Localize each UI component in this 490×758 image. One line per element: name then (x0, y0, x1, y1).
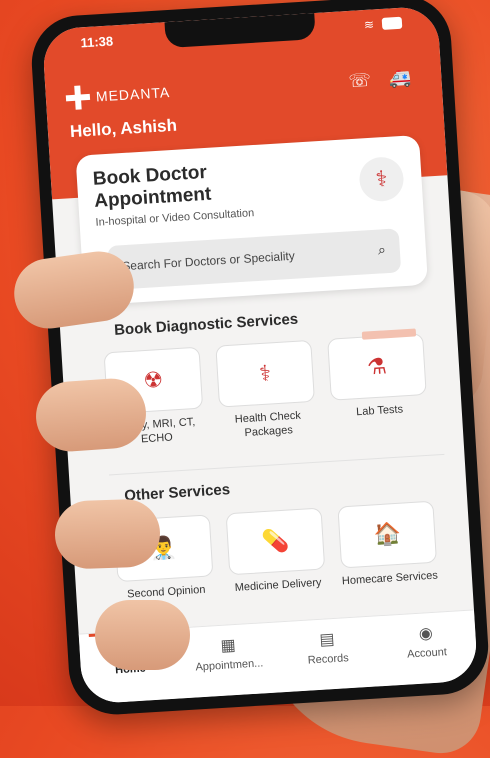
medanta-cross-icon (65, 85, 90, 110)
service-health-check[interactable]: ⚕ Health Check Packages (213, 339, 319, 442)
diagnostics-row: ☢ X-Ray, MRI, CT, ECHO ⚕ Health Check Pa… (102, 328, 443, 448)
doctor-search-input[interactable]: Search For Doctors or Speciality ⌕ (107, 228, 402, 291)
records-icon: ▤ (318, 630, 336, 649)
header-actions: ☏ 🚑 (348, 67, 412, 92)
promo-tag (361, 328, 417, 340)
calendar-icon: ▦ (220, 637, 237, 655)
service-label: Medicine Delivery (234, 576, 322, 594)
status-time: 11:38 (80, 33, 114, 51)
doctor-avatar-icon: ⚕ (358, 155, 405, 203)
flask-icon: ⚗ (327, 328, 427, 401)
section-divider (109, 453, 445, 476)
wifi-icon: ≋ (363, 17, 375, 33)
ambulance-icon[interactable]: 🚑 (388, 67, 412, 89)
other-services-title: Other Services (123, 481, 231, 505)
brand-logo: MEDANTA (65, 80, 171, 110)
tab-label: Records (307, 652, 350, 667)
service-label: Health Check Packages (234, 409, 302, 440)
tab-account[interactable]: ◉ Account (385, 611, 469, 686)
battery-icon (381, 16, 403, 30)
tab-label: Account (406, 646, 448, 661)
phone-screen: 11:38 ≋ MEDANTA ☏ 🚑 Hello, Ashish Book D… (41, 5, 479, 705)
stethoscope-icon: ⚕ (215, 339, 315, 408)
homecare-icon: 🏠 (337, 500, 438, 569)
tab-records[interactable]: ▤ Records (286, 617, 370, 692)
finger-little (95, 600, 190, 670)
phone: 11:38 ≋ MEDANTA ☏ 🚑 Hello, Ashish Book D… (29, 0, 490, 718)
finger-middle (33, 376, 149, 454)
other-services-row: 👨‍⚕️ Second Opinion 💊 Medicine Delivery … (112, 500, 452, 602)
search-placeholder: Search For Doctors or Speciality (121, 248, 296, 274)
diagnostics-title: Book Diagnostic Services (113, 310, 299, 339)
status-icons: ≋ (364, 16, 403, 32)
book-appointment-title: Book Doctor Appointment (92, 161, 212, 212)
finger-ring (53, 498, 162, 570)
account-icon: ◉ (418, 624, 434, 643)
service-label: Homecare Services (341, 569, 439, 588)
tab-appointments[interactable]: ▦ Appointmen... (187, 623, 271, 698)
service-lab-tests[interactable]: ⚗ Lab Tests (325, 328, 431, 435)
pills-icon: 💊 (225, 507, 326, 576)
service-homecare[interactable]: 🏠 Homecare Services (335, 500, 440, 589)
search-icon[interactable]: ⌕ (377, 241, 386, 258)
brand-name: MEDANTA (95, 84, 171, 105)
service-label: Lab Tests (355, 403, 404, 419)
service-medicine-delivery[interactable]: 💊 Medicine Delivery (224, 507, 329, 595)
greeting: Hello, Ashish (69, 115, 178, 142)
phone-call-icon[interactable]: ☏ (348, 70, 372, 92)
tab-label: Appointmen... (195, 657, 264, 674)
